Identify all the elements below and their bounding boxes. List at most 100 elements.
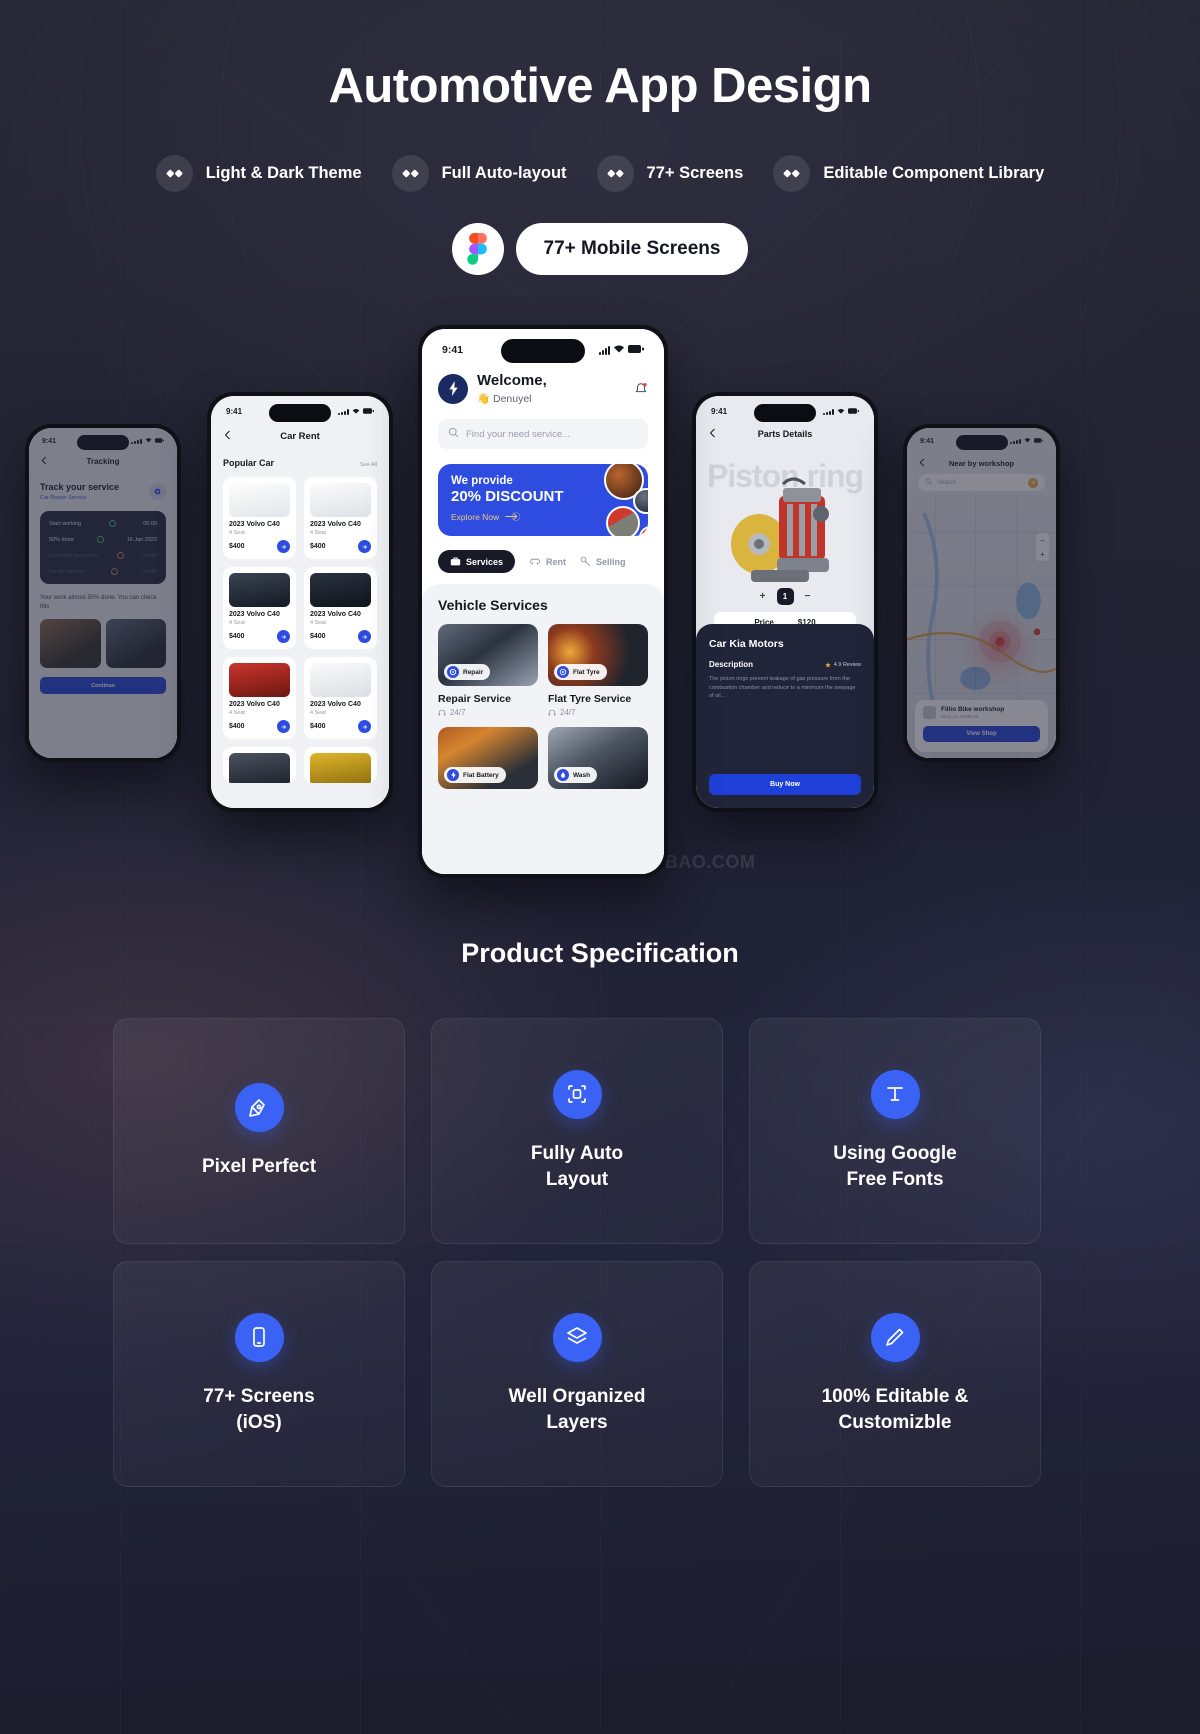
feature-badge-label: 77+ Screens	[646, 164, 744, 182]
category-tabs: Services Rent Selling	[438, 550, 648, 584]
buy-now-button[interactable]: Buy Now	[709, 774, 861, 795]
arrow-right-icon[interactable]	[358, 630, 371, 643]
back-arrow-icon[interactable]	[708, 425, 718, 443]
arrow-right-icon[interactable]	[358, 720, 371, 733]
repair-gear-icon	[447, 666, 459, 678]
promo-thumbnails	[567, 464, 648, 536]
status-indicators	[131, 437, 164, 445]
back-arrow-icon[interactable]	[223, 427, 233, 445]
map-nav-title: Near by workshop	[948, 458, 1015, 468]
map-zoom-in-button[interactable]: +	[1036, 547, 1049, 561]
tracking-step-label: Go for Delivery	[49, 568, 86, 575]
car-seats: 4 Seat	[229, 530, 245, 536]
service-image: Flat Battery	[438, 727, 538, 789]
search-icon	[925, 478, 932, 487]
service-card[interactable]: Flat Tyre Flat Tyre Service 24/7	[548, 624, 648, 717]
status-time: 9:41	[42, 437, 57, 445]
review-label: 4.9 Review	[833, 661, 861, 668]
back-arrow-icon[interactable]	[40, 452, 49, 470]
car-card[interactable]: 2023 Volvo C40 4 Seat $400	[304, 477, 377, 559]
arrow-right-icon[interactable]	[358, 540, 371, 553]
cellular-icon	[338, 408, 349, 415]
map-search-input[interactable]: Search	[918, 474, 1045, 491]
tab-selling-label: Selling	[596, 556, 626, 567]
notification-bell-icon[interactable]	[634, 382, 648, 396]
quantity-decrease-button[interactable]: −	[805, 591, 811, 602]
status-bar: 9:41	[29, 437, 177, 445]
tracking-step-label: Complete your work	[49, 552, 98, 559]
gear-icon[interactable]	[149, 483, 166, 500]
car-image	[229, 753, 290, 783]
car-card[interactable]: 2023 Volvo C40 4 Seat $400	[223, 477, 296, 559]
spec-card-label: 77+ Screens (iOS)	[203, 1385, 315, 1433]
tab-services[interactable]: Services	[438, 550, 516, 573]
quantity-stepper[interactable]: + 1 −	[696, 588, 874, 605]
tracking-step-value: 00:00	[143, 552, 157, 559]
car-seats: 4 Seat	[310, 710, 326, 716]
car-card[interactable]: 2023 Volvo C40 4 Seat $400	[304, 567, 377, 649]
popular-car-title: Popular Car	[223, 458, 275, 468]
tracking-screen-body: Tracking Track your service Car Repair S…	[29, 428, 177, 758]
arrow-right-icon[interactable]	[277, 720, 290, 733]
car-name: 2023 Volvo C40	[310, 611, 361, 618]
workshop-card[interactable]: Fillio Bike workshop Shop no 120/M-38 Vi…	[915, 700, 1048, 752]
service-name: Repair Service	[438, 693, 511, 705]
car-price: $400	[229, 723, 245, 730]
feature-badge: 77+ Screens	[596, 155, 744, 192]
status-time: 9:41	[226, 407, 243, 416]
car-card[interactable]	[223, 747, 296, 783]
tab-rent[interactable]: Rent	[529, 556, 566, 567]
arrow-right-icon[interactable]	[277, 540, 290, 553]
promo-banner[interactable]: We provide 20% DISCOUNT Explore Now	[438, 464, 648, 536]
status-bar: 9:41	[422, 344, 664, 356]
map-zoom-out-button[interactable]: −	[1036, 533, 1049, 547]
search-input[interactable]: Find your need service...	[438, 419, 648, 449]
view-shop-button[interactable]: View Shop	[923, 726, 1040, 742]
tracking-service-link[interactable]: Car Repair Service	[40, 495, 119, 501]
car-seats: 4 Seat	[310, 530, 326, 536]
continue-button[interactable]: Continue	[40, 677, 166, 694]
car-name: 2023 Volvo C40	[229, 701, 280, 708]
car-grid: 2023 Volvo C40 4 Seat $400 2023 Volvo C4…	[223, 477, 377, 783]
close-icon[interactable]	[1028, 477, 1038, 488]
car-rent-nav-title: Car Rent	[280, 430, 320, 442]
cellular-icon	[823, 408, 834, 415]
tracking-step-dot	[117, 552, 125, 559]
status-indicators	[599, 344, 644, 356]
service-card[interactable]: Wash	[548, 727, 648, 789]
status-indicators	[338, 407, 374, 416]
car-rent-nav: Car Rent	[223, 426, 377, 446]
quantity-increase-button[interactable]: +	[760, 591, 766, 602]
tab-services-label: Services	[466, 556, 504, 567]
arrow-right-icon[interactable]	[277, 630, 290, 643]
map-zoom-controls[interactable]: − +	[1036, 533, 1049, 561]
see-all-link[interactable]: See All	[360, 462, 377, 468]
car-card[interactable]	[304, 747, 377, 783]
battery-icon	[1034, 437, 1043, 445]
spec-card-label: 100% Editable & Customizble	[821, 1385, 969, 1433]
parts-nav: Parts Details	[708, 424, 862, 444]
car-card[interactable]: 2023 Volvo C40 4 Seat $400	[223, 567, 296, 649]
review-rating: 4.9 Review	[825, 662, 861, 668]
status-indicators	[823, 407, 859, 416]
service-card[interactable]: Repair Repair Service 24/7	[438, 624, 538, 717]
car-card[interactable]: 2023 Volvo C40 4 Seat $400	[304, 657, 377, 739]
parts-screen-body: Parts Details Piston ring + 1 − Price $1…	[696, 396, 874, 808]
diamond-cluster-icon	[773, 155, 811, 192]
back-arrow-icon[interactable]	[918, 454, 927, 472]
auto-layout-icon	[552, 1069, 602, 1119]
car-price: $400	[310, 543, 326, 550]
service-card[interactable]: Flat Battery	[438, 727, 538, 789]
status-bar: 9:41	[211, 407, 389, 416]
feature-badge: Editable Component Library	[773, 155, 1044, 192]
car-image	[310, 663, 371, 697]
car-card[interactable]: 2023 Volvo C40 4 Seat $400	[223, 657, 296, 739]
car-seats: 4 Seat	[310, 620, 326, 626]
workshop-name: Fillio Bike workshop	[941, 706, 1005, 713]
phone-mockup-parts-details: 9:41 Parts Details Piston ring + 1 − Pri…	[692, 392, 878, 812]
tracking-step: Start working 00:00	[49, 520, 157, 527]
service-tag: Repair	[444, 664, 491, 680]
tab-selling[interactable]: Selling	[580, 556, 626, 567]
spec-section-title: Product Specification	[461, 938, 739, 968]
phone-mockup-tracking: 9:41 Tracking Track your service Car Rep…	[25, 424, 181, 762]
